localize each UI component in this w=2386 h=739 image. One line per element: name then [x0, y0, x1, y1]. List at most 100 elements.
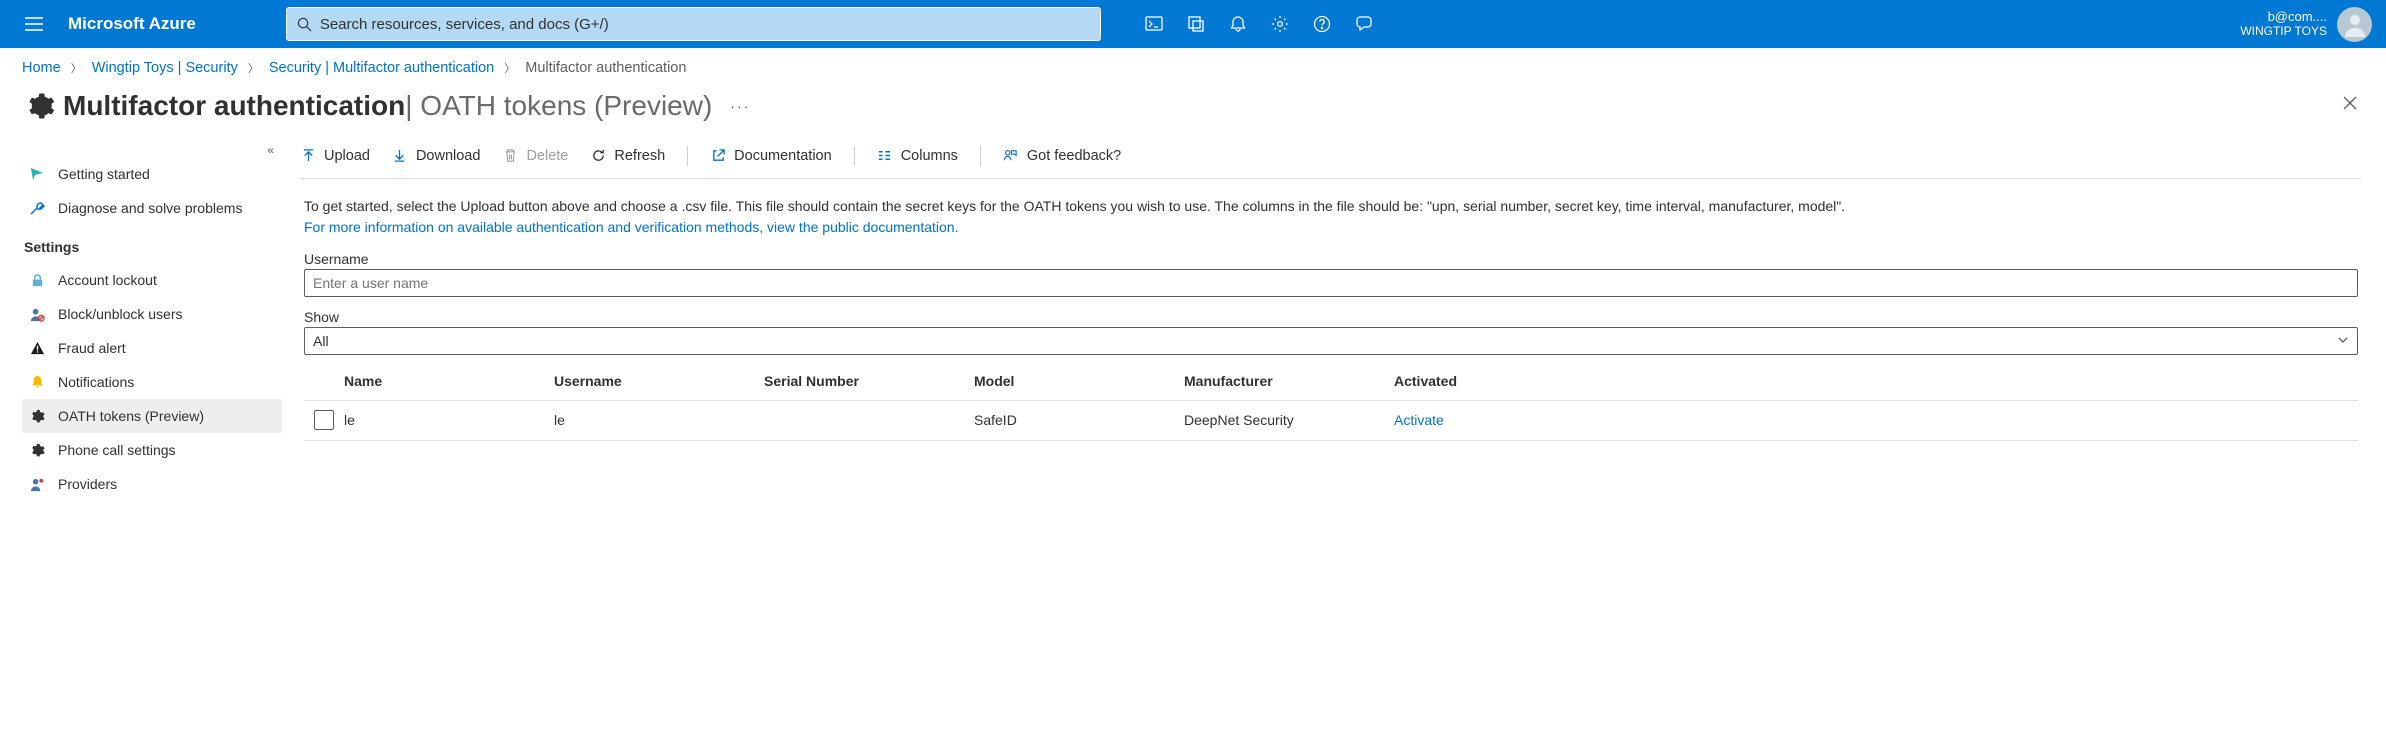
account-area[interactable]: b@com.... WINGTIP TOYS: [2240, 7, 2372, 42]
show-label: Show: [304, 309, 2358, 325]
user-icon: [28, 475, 46, 493]
global-header: Microsoft Azure b@com....: [0, 0, 2386, 48]
feedback-person-icon: [1003, 148, 1019, 164]
sidebar-item-fraud-alert[interactable]: Fraud alert: [22, 331, 282, 365]
settings-icon[interactable]: [1259, 0, 1301, 48]
table-header-row: Name Username Serial Number Model Manufa…: [304, 363, 2358, 401]
bell-icon: [28, 373, 46, 391]
sidebar-item-label: Fraud alert: [58, 340, 126, 356]
show-select[interactable]: All: [304, 327, 2358, 355]
sidebar-item-label: Block/unblock users: [58, 306, 183, 322]
page-title: Multifactor authentication: [63, 90, 405, 122]
col-header-model[interactable]: Model: [974, 373, 1184, 389]
toolbar-separator: [854, 146, 855, 166]
token-table: Name Username Serial Number Model Manufa…: [304, 363, 2358, 441]
sidebar-item-getting-started[interactable]: Getting started: [22, 157, 282, 191]
sidebar-item-phone-call[interactable]: Phone call settings: [22, 433, 282, 467]
avatar[interactable]: [2337, 7, 2372, 42]
col-header-serial[interactable]: Serial Number: [764, 373, 974, 389]
account-email: b@com....: [2240, 10, 2327, 25]
cell-username: le: [554, 412, 764, 428]
chevron-right-icon: 〉: [504, 60, 515, 76]
col-header-name[interactable]: Name: [344, 373, 554, 389]
refresh-button[interactable]: Refresh: [590, 148, 665, 164]
close-icon[interactable]: [2336, 89, 2364, 122]
warning-icon: [28, 339, 46, 357]
sidebar-item-label: OATH tokens (Preview): [58, 408, 204, 424]
intro-doc-link[interactable]: For more information on available authen…: [304, 218, 958, 237]
chevron-right-icon: 〉: [248, 60, 259, 76]
feedback-button[interactable]: Got feedback?: [1003, 148, 1121, 164]
user-block-icon: [28, 305, 46, 323]
sidebar-item-label: Providers: [58, 476, 117, 492]
sidebar-item-label: Getting started: [58, 166, 150, 182]
wrench-icon: [28, 199, 46, 217]
breadcrumb-current: Multifactor authentication: [525, 60, 686, 76]
brand-label[interactable]: Microsoft Azure: [68, 14, 196, 34]
cell-manufacturer: DeepNet Security: [1184, 412, 1394, 428]
table-row[interactable]: le le SafeID DeepNet Security Activate: [304, 401, 2358, 441]
documentation-button[interactable]: Documentation: [710, 148, 832, 164]
username-input[interactable]: [304, 269, 2358, 297]
toolbar-separator: [687, 146, 688, 166]
account-org: WINGTIP TOYS: [2240, 25, 2327, 39]
activate-link[interactable]: Activate: [1394, 412, 1604, 428]
sidebar-item-notifications[interactable]: Notifications: [22, 365, 282, 399]
toolbar-label: Documentation: [734, 148, 832, 164]
chevron-right-icon: 〉: [71, 60, 82, 76]
breadcrumb-home[interactable]: Home: [22, 60, 61, 76]
search-input[interactable]: [320, 16, 1090, 33]
search-box[interactable]: [286, 7, 1101, 41]
more-menu-icon[interactable]: ···: [730, 98, 750, 114]
notifications-icon[interactable]: [1217, 0, 1259, 48]
cell-model: SafeID: [974, 412, 1184, 428]
feedback-icon[interactable]: [1343, 0, 1385, 48]
col-header-username[interactable]: Username: [554, 373, 764, 389]
columns-button[interactable]: Columns: [877, 148, 958, 164]
toolbar-separator: [980, 146, 981, 166]
sidebar-item-oath-tokens[interactable]: OATH tokens (Preview): [22, 399, 282, 433]
help-icon[interactable]: [1301, 0, 1343, 48]
sidebar-item-diagnose[interactable]: Diagnose and solve problems: [22, 191, 282, 225]
sidebar-item-label: Diagnose and solve problems: [58, 200, 242, 216]
copilot-icon[interactable]: [1175, 0, 1217, 48]
cloud-shell-icon[interactable]: [1133, 0, 1175, 48]
sidebar-item-account-lockout[interactable]: Account lockout: [22, 263, 282, 297]
col-header-activated[interactable]: Activated: [1394, 373, 1604, 389]
sidebar-item-providers[interactable]: Providers: [22, 467, 282, 501]
global-search: [286, 7, 1101, 41]
breadcrumb: Home 〉 Wingtip Toys | Security 〉 Securit…: [0, 48, 2386, 82]
cell-name: le: [344, 412, 554, 428]
intro-paragraph: To get started, select the Upload button…: [300, 179, 2362, 239]
breadcrumb-item-2[interactable]: Security | Multifactor authentication: [269, 60, 494, 76]
flag-icon: [28, 165, 46, 183]
page-subtitle: | OATH tokens (Preview): [405, 90, 712, 122]
upload-button[interactable]: Upload: [300, 148, 370, 164]
toolbar-label: Download: [416, 148, 481, 164]
sidebar-item-block-users[interactable]: Block/unblock users: [22, 297, 282, 331]
toolbar-label: Columns: [901, 148, 958, 164]
lock-icon: [28, 271, 46, 289]
collapse-sidebar-icon[interactable]: «: [22, 143, 282, 157]
columns-icon: [877, 148, 893, 164]
intro-text: To get started, select the Upload button…: [304, 198, 1845, 214]
breadcrumb-item-1[interactable]: Wingtip Toys | Security: [92, 60, 238, 76]
col-header-manufacturer[interactable]: Manufacturer: [1184, 373, 1394, 389]
download-icon: [392, 148, 408, 164]
gear-icon: [28, 407, 46, 425]
header-icons-group: [1133, 0, 1385, 48]
show-value: All: [313, 333, 329, 349]
sidebar-item-label: Notifications: [58, 374, 134, 390]
chevron-down-icon: [2337, 333, 2349, 349]
hamburger-menu-icon[interactable]: [14, 17, 54, 31]
trash-icon: [502, 148, 518, 164]
toolbar: Upload Download Delete Refresh: [300, 133, 2362, 179]
toolbar-label: Delete: [526, 148, 568, 164]
download-button[interactable]: Download: [392, 148, 481, 164]
main-panel: Upload Download Delete Refresh: [282, 133, 2386, 501]
search-icon: [297, 17, 312, 32]
toolbar-label: Got feedback?: [1027, 148, 1121, 164]
gear-icon: [28, 441, 46, 459]
refresh-icon: [590, 148, 606, 164]
row-checkbox[interactable]: [314, 410, 334, 430]
